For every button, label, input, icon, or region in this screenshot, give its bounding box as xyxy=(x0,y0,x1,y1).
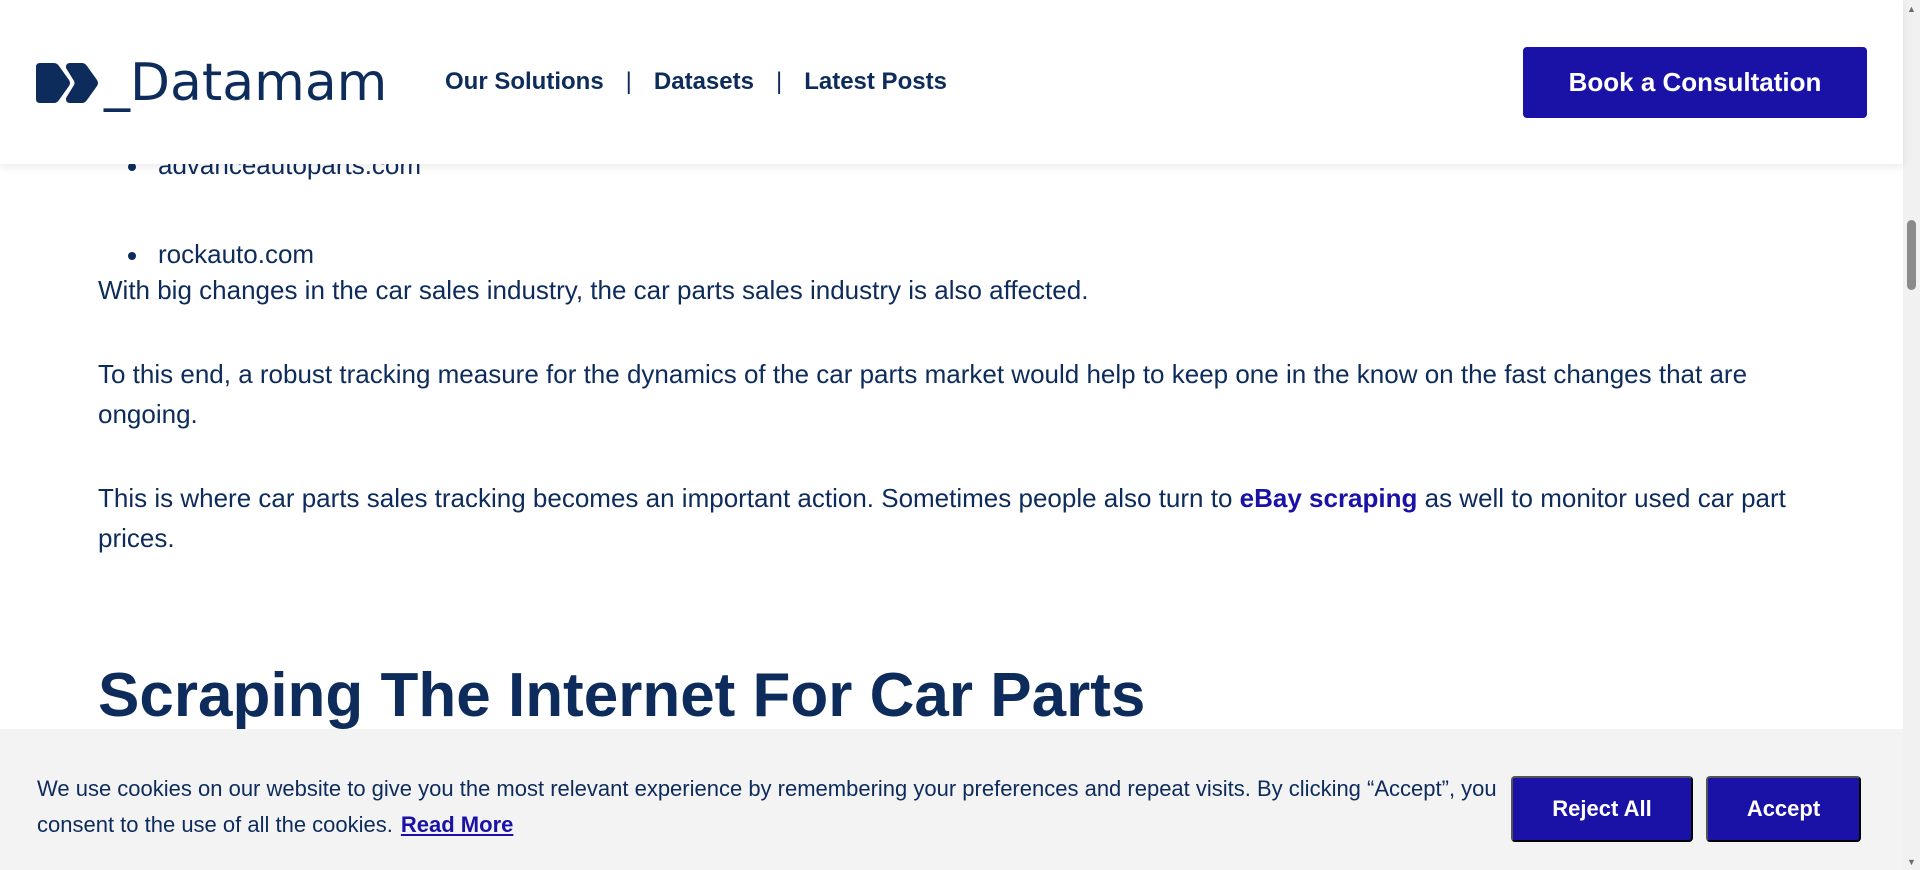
ebay-scraping-link[interactable]: eBay scraping xyxy=(1240,483,1418,513)
site-logo[interactable]: _Datamam xyxy=(36,55,387,111)
nav-latest-posts[interactable]: Latest Posts xyxy=(804,68,947,96)
reject-all-button[interactable]: Reject All xyxy=(1511,776,1693,842)
paragraph-sales-tracking: This is where car parts sales tracking b… xyxy=(98,478,1798,558)
paragraph-industry-change: With big changes in the car sales indust… xyxy=(98,275,1089,305)
list-item: rockauto.com xyxy=(128,239,421,270)
section-heading: Scraping The Internet For Car Parts xyxy=(98,661,1146,730)
nav-separator: | xyxy=(775,68,783,95)
nav-separator: | xyxy=(625,68,632,95)
read-more-link[interactable]: Read More xyxy=(401,812,513,837)
paragraph-text: This is where car parts sales tracking b… xyxy=(98,483,1240,513)
book-consultation-button[interactable]: Book a Consultation xyxy=(1523,47,1867,118)
nav-datasets[interactable]: Datasets xyxy=(654,68,754,96)
cookie-text: We use cookies on our website to give yo… xyxy=(37,776,1497,837)
scroll-down-arrow-icon[interactable]: ▼ xyxy=(1903,853,1920,870)
site-header: _Datamam Our Solutions | Datasets | Late… xyxy=(0,0,1903,164)
cookie-banner: We use cookies on our website to give yo… xyxy=(0,729,1903,870)
cookie-message: We use cookies on our website to give yo… xyxy=(37,771,1497,843)
nav-our-solutions[interactable]: Our Solutions xyxy=(445,68,604,96)
paragraph-tracking-measure: To this end, a robust tracking measure f… xyxy=(98,359,1748,429)
page-scrollbar[interactable]: ▲ ▼ xyxy=(1903,0,1920,870)
logo-wordmark: _Datamam xyxy=(104,53,388,113)
accept-button[interactable]: Accept xyxy=(1706,776,1861,842)
double-chevron-logo-icon xyxy=(36,63,98,103)
main-nav: Our Solutions | Datasets | Latest Posts xyxy=(445,68,947,96)
scrollbar-thumb[interactable] xyxy=(1907,220,1916,290)
scroll-up-arrow-icon[interactable]: ▲ xyxy=(1903,0,1920,17)
